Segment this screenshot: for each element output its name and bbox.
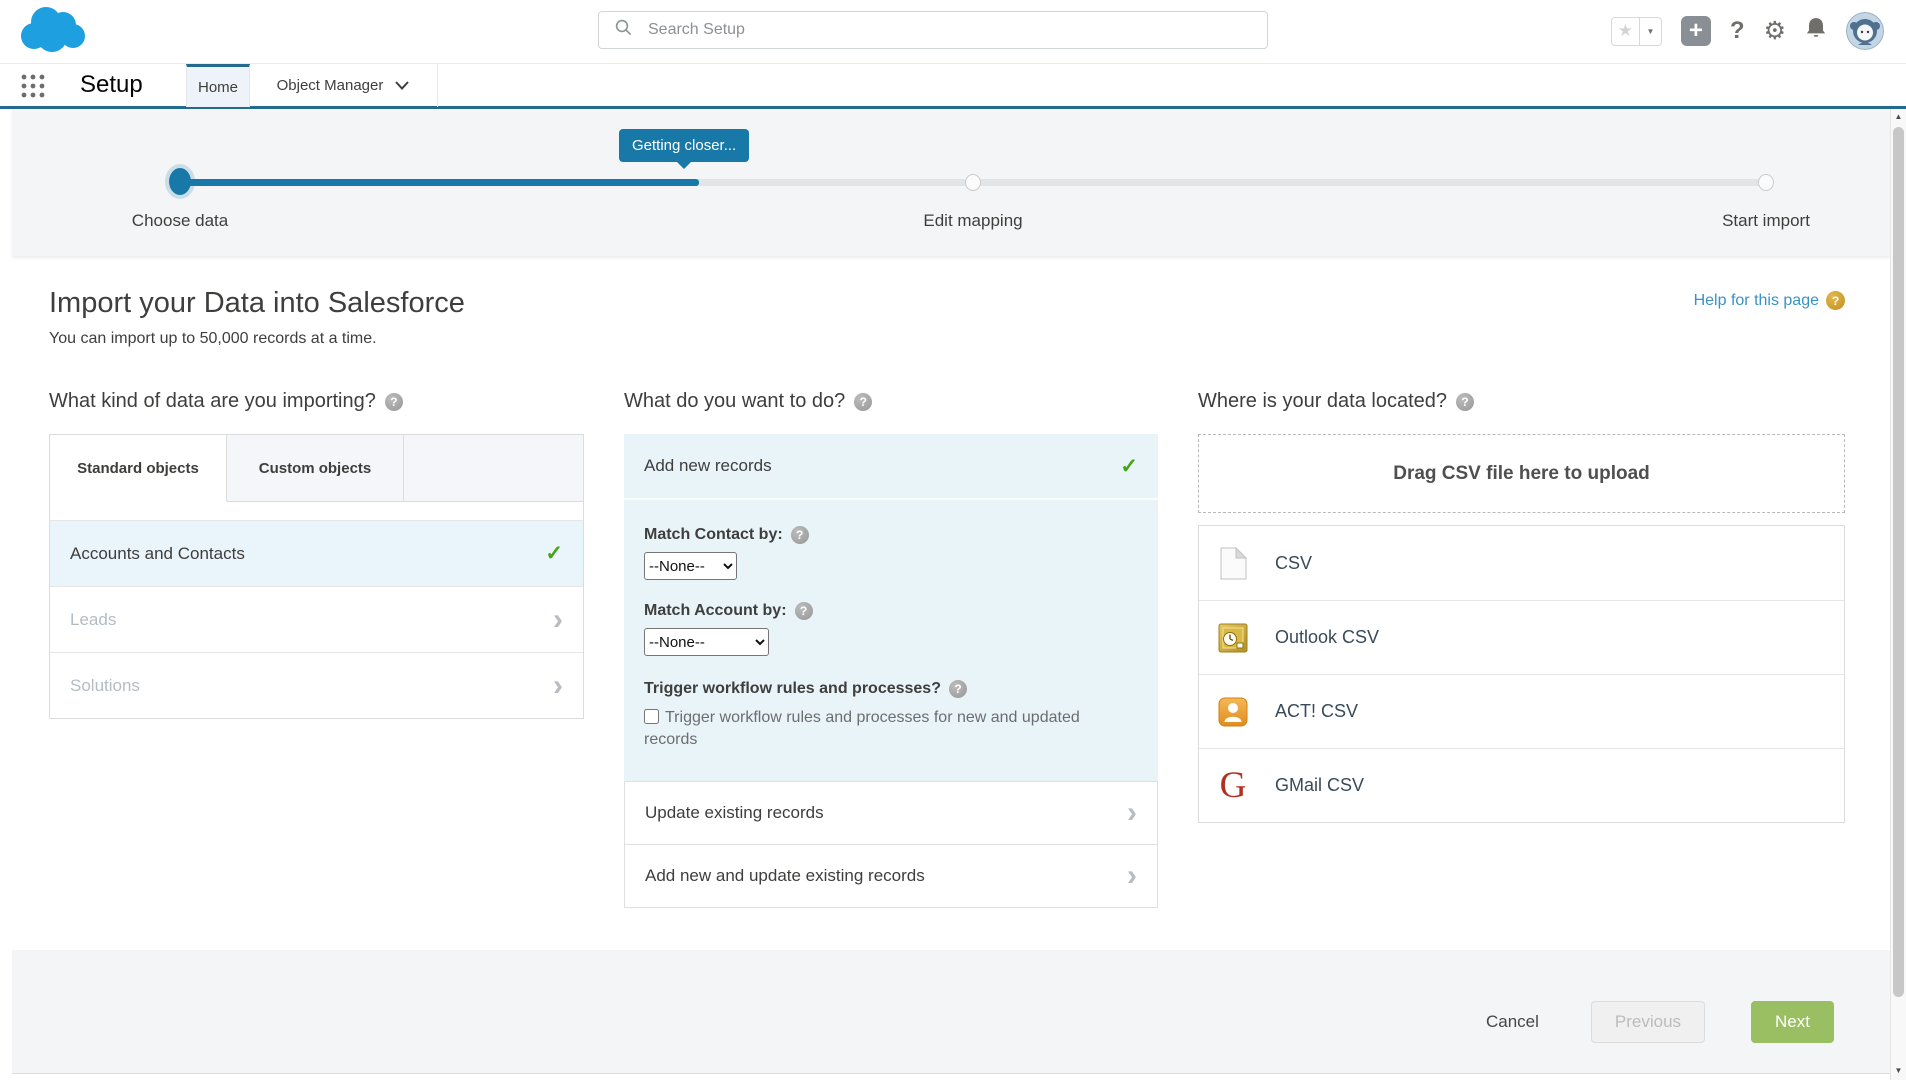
- trigger-workflow-checkbox-row: Trigger workflow rules and processes for…: [644, 707, 1109, 752]
- step-label-choose-data: Choose data: [131, 211, 229, 230]
- progress-tooltip: Getting closer...: [619, 129, 750, 169]
- tab-custom-objects[interactable]: Custom objects: [227, 435, 404, 501]
- match-contact-select[interactable]: --None--: [644, 552, 737, 580]
- user-avatar[interactable]: [1846, 12, 1884, 50]
- action-heading: What do you want to do? ?: [624, 390, 1158, 413]
- step-label-start-import: Start import: [1722, 211, 1810, 230]
- progress-step-dot-choose-data: [169, 168, 191, 195]
- column-action: What do you want to do? ? Add new record…: [624, 390, 1158, 908]
- match-account-label: Match Account by: ?: [644, 602, 1138, 620]
- cancel-button[interactable]: Cancel: [1480, 1011, 1545, 1033]
- setup-search: [598, 11, 1268, 49]
- global-actions-button[interactable]: +: [1680, 16, 1711, 46]
- source-row-gmail-csv[interactable]: G GMail CSV: [1199, 748, 1844, 822]
- page-title: Import your Data into Salesforce: [49, 287, 465, 319]
- object-tabstrip: Standard objects Custom objects: [50, 435, 583, 502]
- next-button[interactable]: Next: [1751, 1001, 1834, 1043]
- add-new-records-panel: Add new records ✓ Match Contact by: ? --…: [624, 434, 1158, 782]
- source-row-outlook-csv[interactable]: Outlook CSV: [1199, 600, 1844, 674]
- app-launcher-waffle-icon[interactable]: [20, 73, 46, 104]
- object-row-leads[interactable]: Leads ›: [50, 586, 583, 652]
- trigger-workflow-checkbox-label: Trigger workflow rules and processes for…: [644, 709, 1080, 749]
- page-subtitle: You can import up to 50,000 records at a…: [49, 330, 377, 347]
- check-icon: ✓: [545, 542, 563, 565]
- column-data-kind: What kind of data are you importing? ? S…: [49, 390, 584, 719]
- scrollbar-thumb[interactable]: [1893, 127, 1904, 997]
- location-heading: Where is your data located? ?: [1198, 390, 1845, 413]
- favorites-dropdown-button[interactable]: ▼: [1639, 16, 1662, 46]
- scroll-up-arrow[interactable]: ▲: [1891, 112, 1906, 121]
- option-add-new-records[interactable]: Add new records ✓: [624, 434, 1158, 500]
- setup-nav-bar: Setup Home Object Manager: [0, 63, 1906, 109]
- source-row-act-csv[interactable]: ACT! CSV: [1199, 674, 1844, 748]
- tab-object-manager[interactable]: Object Manager: [253, 64, 433, 107]
- help-for-this-page-link[interactable]: Help for this page ?: [1694, 291, 1845, 310]
- tab-standard-objects[interactable]: Standard objects: [50, 435, 227, 502]
- match-account-help-icon[interactable]: ?: [794, 602, 813, 620]
- progress-step-dot-edit-mapping: [965, 174, 981, 191]
- search-input[interactable]: [646, 20, 1267, 40]
- chevron-right-icon: ›: [553, 602, 563, 636]
- favorite-star-button[interactable]: ★: [1610, 16, 1640, 46]
- data-kind-help-icon[interactable]: ?: [384, 392, 403, 411]
- chevron-right-icon: ›: [1127, 795, 1137, 829]
- location-help-icon[interactable]: ?: [1456, 392, 1475, 411]
- global-header: ★ ▼ + ? ⚙: [0, 0, 1906, 63]
- action-help-icon[interactable]: ?: [854, 392, 873, 411]
- object-list-spacer: [50, 502, 583, 520]
- nav-divider: [437, 64, 438, 107]
- wizard-progress-band: Choose data Edit mapping Start import Ge…: [12, 109, 1890, 256]
- option-update-existing-records[interactable]: Update existing records ›: [624, 780, 1158, 845]
- vertical-scrollbar[interactable]: ▲ ▼: [1890, 109, 1906, 1080]
- data-kind-heading: What kind of data are you importing? ?: [49, 390, 584, 413]
- gmail-icon: G: [1219, 765, 1247, 806]
- favorites-control: ★ ▼: [1610, 16, 1662, 46]
- csv-dropzone[interactable]: Drag CSV file here to upload: [1198, 434, 1845, 513]
- source-row-csv[interactable]: CSV: [1199, 526, 1844, 600]
- help-icon[interactable]: ?: [1730, 17, 1745, 45]
- data-source-list: CSV Outlook CSV ACT! CSV G GMail CSV: [1198, 525, 1845, 823]
- trigger-workflow-checkbox[interactable]: [644, 709, 659, 724]
- outlook-icon: [1217, 623, 1249, 653]
- tab-home[interactable]: Home: [186, 64, 250, 107]
- chevron-right-icon: ›: [1127, 858, 1137, 892]
- setup-gear-icon[interactable]: ⚙: [1764, 16, 1786, 46]
- option-add-and-update-records[interactable]: Add new and update existing records ›: [624, 843, 1158, 908]
- salesforce-logo: [16, 4, 90, 61]
- scroll-down-arrow[interactable]: ▼: [1891, 1066, 1906, 1075]
- check-icon: ✓: [1120, 454, 1138, 478]
- progress-fill: [180, 179, 699, 186]
- progress-step-dot-start-import: [1758, 174, 1774, 191]
- csv-file-icon: [1217, 546, 1249, 580]
- trigger-workflow-heading: Trigger workflow rules and processes? ?: [644, 680, 1138, 698]
- object-row-accounts-contacts[interactable]: Accounts and Contacts ✓: [50, 520, 583, 586]
- match-contact-label: Match Contact by: ?: [644, 526, 1138, 544]
- step-label-edit-mapping: Edit mapping: [923, 211, 1023, 230]
- help-question-icon: ?: [1826, 291, 1845, 310]
- trigger-workflow-help-icon[interactable]: ?: [948, 680, 967, 698]
- match-contact-help-icon[interactable]: ?: [790, 526, 809, 544]
- search-icon: [615, 19, 632, 41]
- chevron-down-icon: [395, 77, 410, 94]
- app-name-label: Setup: [80, 71, 143, 98]
- object-row-solutions[interactable]: Solutions ›: [50, 652, 583, 718]
- object-selector: Standard objects Custom objects Accounts…: [49, 434, 584, 719]
- previous-button[interactable]: Previous: [1590, 1001, 1706, 1043]
- chevron-right-icon: ›: [553, 668, 563, 702]
- act-contact-icon: [1217, 697, 1249, 727]
- column-location: Where is your data located? ? Drag CSV f…: [1198, 390, 1845, 823]
- notifications-bell-icon[interactable]: [1805, 17, 1827, 46]
- wizard-footer: Cancel Previous Next: [12, 950, 1890, 1074]
- match-account-select[interactable]: --None--: [644, 628, 769, 656]
